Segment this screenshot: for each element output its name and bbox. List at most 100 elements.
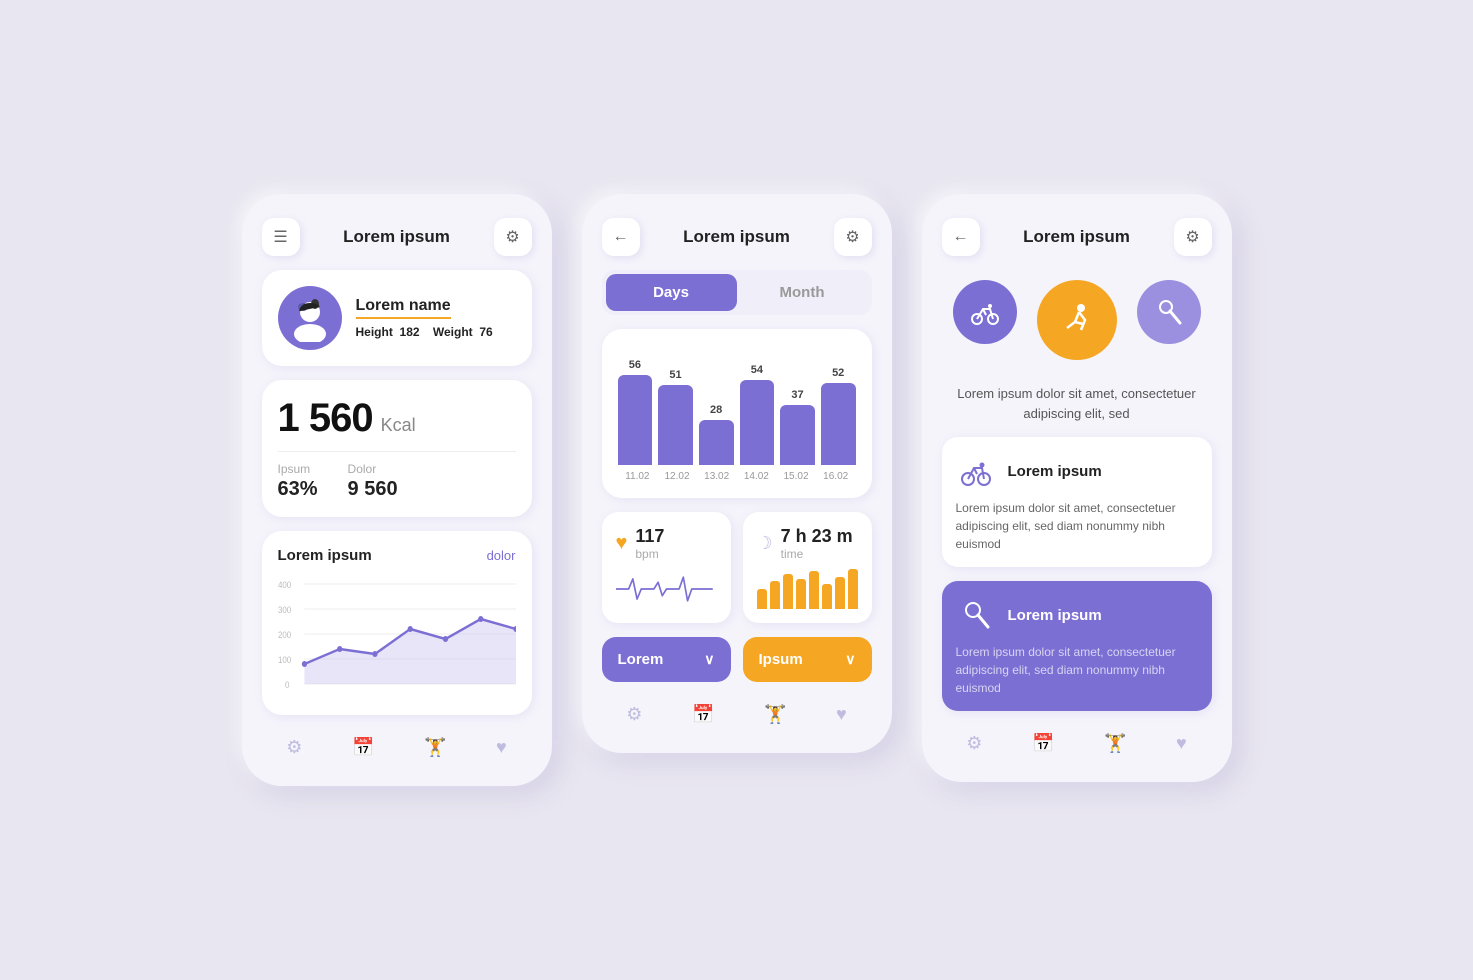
svg-text:300: 300 <box>278 605 291 616</box>
tabs-row: Days Month <box>602 270 872 315</box>
bar-col-2: 51 <box>658 369 693 465</box>
screen3-title: Lorem ipsum <box>1023 227 1130 247</box>
settings-button-2[interactable]: ⚙ <box>834 218 872 256</box>
nav3-settings[interactable]: ⚙ <box>966 733 982 754</box>
screen1-header: ☰ Lorem ipsum ⚙ <box>262 218 532 256</box>
ipsum-label: Ipsum <box>278 462 318 476</box>
profile-stats: Height 182 Weight 76 <box>356 325 516 339</box>
tab-days[interactable]: Days <box>606 274 737 311</box>
screen3-header: ← Lorem ipsum ⚙ <box>942 218 1212 256</box>
heart-value: 117 <box>635 526 664 547</box>
profile-card: Lorem name Height 182 Weight 76 <box>262 270 532 366</box>
settings-icon: ⚙ <box>505 227 519 247</box>
tab-month[interactable]: Month <box>737 274 868 311</box>
sleep-stat-header: ☽ 7 h 23 m time <box>757 526 858 561</box>
pingpong-activity-header: Lorem ipsum <box>956 595 1198 635</box>
settings-button-3[interactable]: ⚙ <box>1174 218 1212 256</box>
svg-text:0: 0 <box>285 680 290 691</box>
menu-icon: ☰ <box>273 227 287 247</box>
nav3-workout[interactable]: 🏋 <box>1104 733 1126 754</box>
bar-2 <box>658 385 693 465</box>
running-icon[interactable] <box>1037 280 1117 360</box>
svg-text:400: 400 <box>278 580 291 591</box>
lorem-chevron: ∨ <box>704 651 714 668</box>
moon-icon: ☽ <box>757 533 773 554</box>
heart-stat-info: 117 bpm <box>635 526 664 561</box>
svg-text:200: 200 <box>278 630 291 641</box>
nav-workout[interactable]: 🏋 <box>424 737 446 758</box>
bar-5 <box>780 405 815 465</box>
height-value: 182 <box>400 325 420 339</box>
dropdowns-row: Lorem ∨ Ipsum ∨ <box>602 637 872 682</box>
pingpong-activity-icon <box>956 595 996 635</box>
cycling-activity-desc: Lorem ipsum dolor sit amet, consectetuer… <box>956 499 1198 553</box>
dolor-value: 9 560 <box>348 478 398 501</box>
ipsum-dropdown[interactable]: Ipsum ∨ <box>743 637 872 682</box>
avatar <box>278 286 342 350</box>
height-label: Height <box>356 325 393 339</box>
pingpong-activity-card: Lorem ipsum Lorem ipsum dolor sit amet, … <box>942 581 1212 711</box>
sleep-bars <box>757 569 858 609</box>
pingpong-activity-title: Lorem ipsum <box>1008 607 1102 624</box>
sleep-stat-card: ☽ 7 h 23 m time <box>743 512 872 623</box>
bar-col-3: 28 <box>699 404 734 465</box>
kcal-unit: Kcal <box>381 415 416 436</box>
nav2-settings[interactable]: ⚙ <box>626 704 642 725</box>
settings-button[interactable]: ⚙ <box>494 218 532 256</box>
back-button-3[interactable]: ← <box>942 218 980 256</box>
sleep-value: 7 h 23 m <box>781 526 853 547</box>
sleep-unit: time <box>781 547 853 561</box>
nav3-heart[interactable]: ♥ <box>1176 733 1187 754</box>
kcal-display: 1 560 Kcal <box>278 396 516 441</box>
nav-heart[interactable]: ♥ <box>496 737 507 758</box>
line-chart: 400 300 200 100 0 <box>278 574 516 694</box>
cycling-activity-icon <box>956 451 996 491</box>
ipsum-chevron: ∨ <box>845 651 855 668</box>
chart-title-row: Lorem ipsum dolor <box>278 547 516 564</box>
settings-icon-3: ⚙ <box>1185 227 1199 247</box>
bar-col-6: 52 <box>821 367 856 465</box>
metric-dolor: Dolor 9 560 <box>348 462 398 501</box>
chart-title: Lorem ipsum <box>278 547 372 564</box>
back-icon-3: ← <box>953 228 969 246</box>
heart-stat-header: ♥ 117 bpm <box>616 526 717 561</box>
back-icon-2: ← <box>613 228 629 246</box>
back-button-2[interactable]: ← <box>602 218 640 256</box>
bar-dates: 11.02 12.02 13.02 14.02 15.02 16.02 <box>618 471 856 482</box>
nav2-workout[interactable]: 🏋 <box>764 704 786 725</box>
nav-calendar[interactable]: 📅 <box>352 737 374 758</box>
sports-icons <box>942 270 1212 370</box>
screen-1: ☰ Lorem ipsum ⚙ Lorem n <box>242 194 552 786</box>
bar-6 <box>821 383 856 465</box>
cycling-icon[interactable] <box>953 280 1017 344</box>
nav2-heart[interactable]: ♥ <box>836 704 847 725</box>
bar-col-1: 56 <box>618 359 653 465</box>
svg-text:100: 100 <box>278 655 291 666</box>
settings-icon-2: ⚙ <box>845 227 859 247</box>
heart-stat-card: ♥ 117 bpm <box>602 512 731 623</box>
screen-3: ← Lorem ipsum ⚙ <box>922 194 1232 782</box>
cycling-activity-card: Lorem ipsum Lorem ipsum dolor sit amet, … <box>942 437 1212 567</box>
nav2-calendar[interactable]: 📅 <box>692 704 714 725</box>
chart-card: Lorem ipsum dolor 400 300 200 100 0 <box>262 531 532 715</box>
weight-label: Weight <box>433 325 473 339</box>
heart-unit: bpm <box>635 547 664 561</box>
screen3-bottom-nav: ⚙ 📅 🏋 ♥ <box>942 725 1212 758</box>
profile-info: Lorem name Height 182 Weight 76 <box>356 297 516 339</box>
screen2-title: Lorem ipsum <box>683 227 790 247</box>
weight-value: 76 <box>479 325 492 339</box>
chart-subtitle: dolor <box>487 548 516 563</box>
screen1-bottom-nav: ⚙ 📅 🏋 ♥ <box>262 729 532 762</box>
nav3-calendar[interactable]: 📅 <box>1032 733 1054 754</box>
screen2-bottom-nav: ⚙ 📅 🏋 ♥ <box>602 696 872 729</box>
pingpong-icon[interactable] <box>1137 280 1201 344</box>
nav-settings[interactable]: ⚙ <box>286 737 302 758</box>
cycling-activity-header: Lorem ipsum <box>956 451 1198 491</box>
screen-2: ← Lorem ipsum ⚙ Days Month 56 51 <box>582 194 892 753</box>
menu-button[interactable]: ☰ <box>262 218 300 256</box>
sport-description: Lorem ipsum dolor sit amet, consectetuer… <box>942 384 1212 423</box>
profile-row: Lorem name Height 182 Weight 76 <box>278 286 516 350</box>
lorem-dropdown[interactable]: Lorem ∨ <box>602 637 731 682</box>
metric-ipsum: Ipsum 63% <box>278 462 318 501</box>
metrics-row: Ipsum 63% Dolor 9 560 <box>278 451 516 501</box>
